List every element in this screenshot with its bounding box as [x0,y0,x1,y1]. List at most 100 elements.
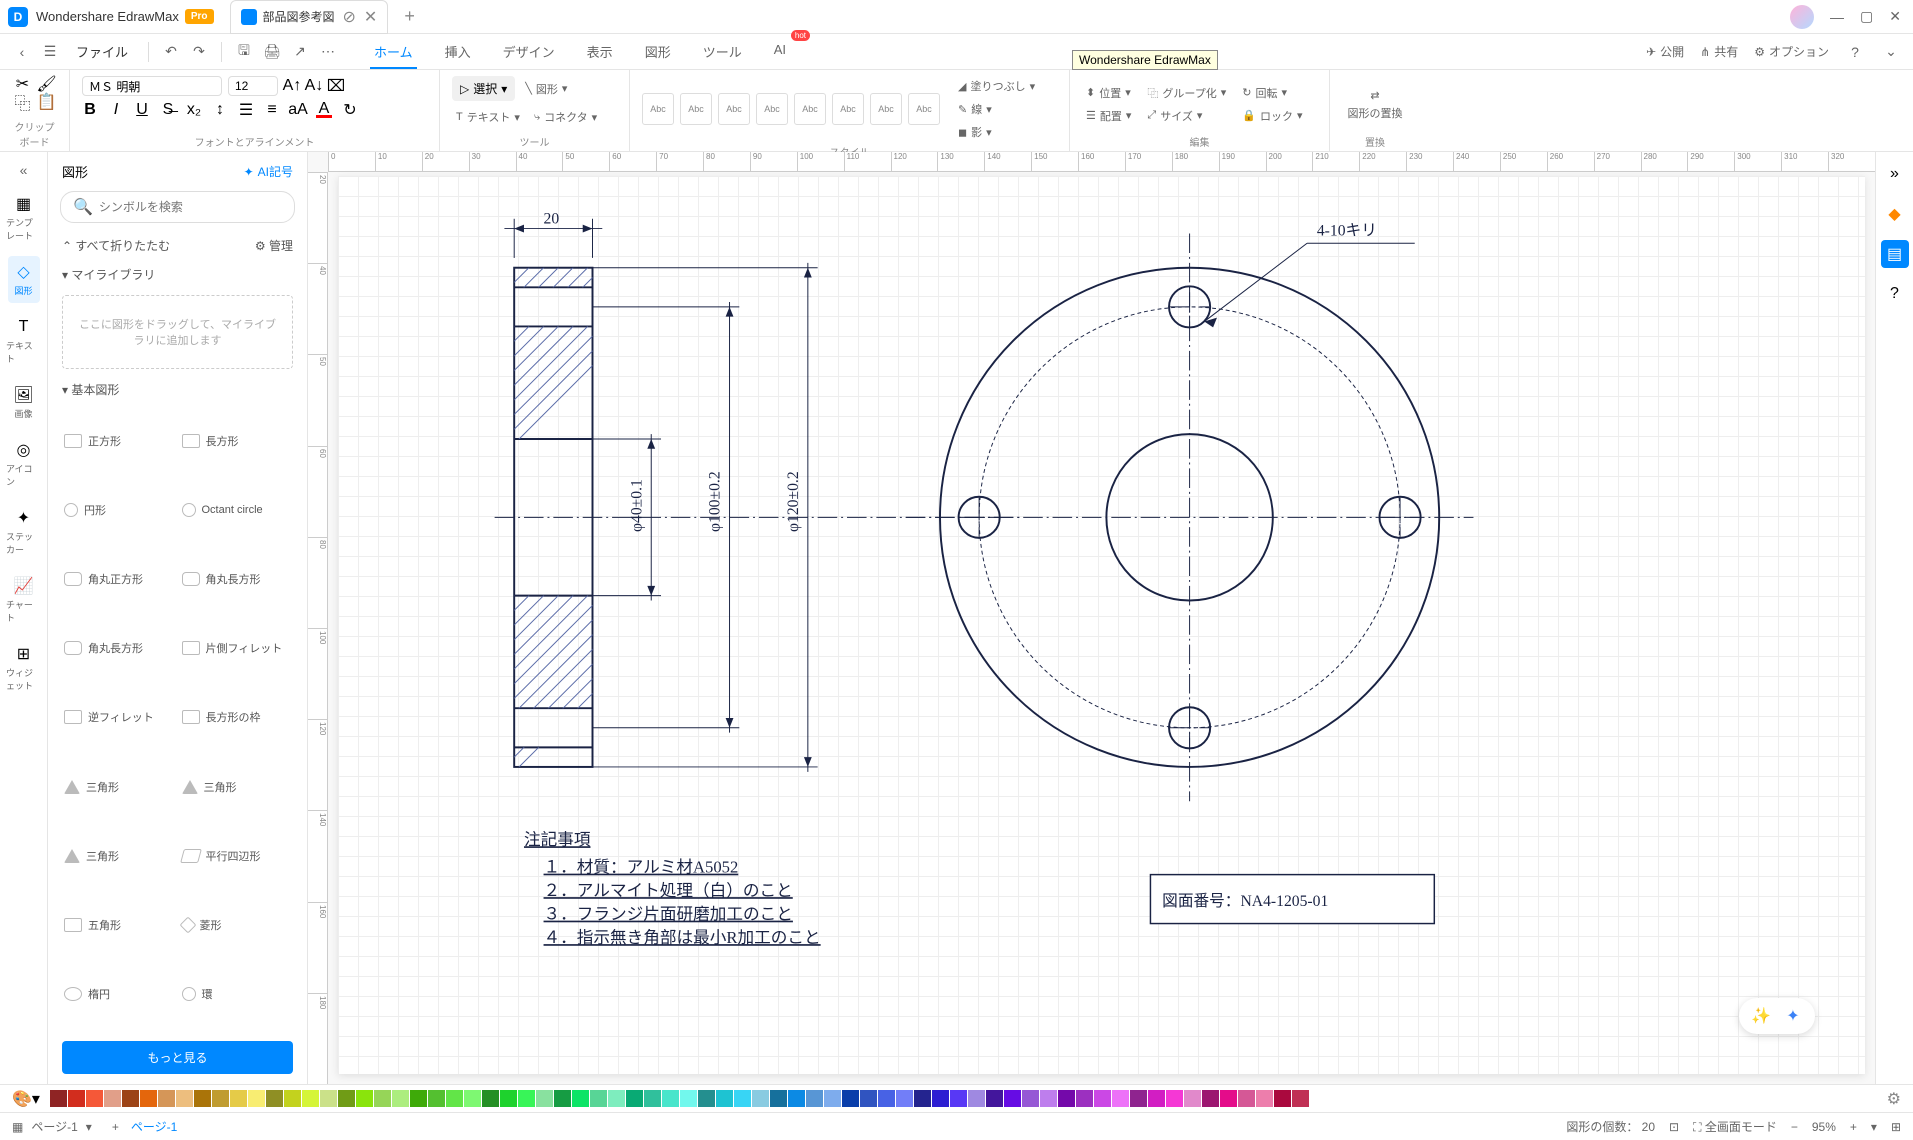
export-icon[interactable]: ↗ [290,42,310,62]
redo-icon[interactable]: ↷ [189,42,209,62]
fontcolor-icon[interactable]: A [316,102,332,118]
menu-icon[interactable]: ☰ [40,42,60,62]
color-swatch[interactable] [302,1090,319,1107]
color-swatch[interactable] [1274,1090,1291,1107]
color-swatch[interactable] [896,1090,913,1107]
align-icon[interactable]: ≡ [264,102,280,118]
document-tab[interactable]: 部品図参考図 ⊘ ✕ [230,0,389,34]
color-swatch[interactable] [500,1090,517,1107]
manage-button[interactable]: ⚙ 管理 [255,237,293,254]
shape-item[interactable]: 長方形の枠 [180,685,294,750]
shape-item[interactable]: 平行四辺形 [180,823,294,888]
color-swatch[interactable] [932,1090,949,1107]
more-icon[interactable]: ⋯ [318,42,338,62]
shape-item[interactable]: 長方形 [180,408,294,473]
fill-panel-icon[interactable]: ◆ [1881,200,1909,228]
color-swatch[interactable] [1148,1090,1165,1107]
select-tool[interactable]: ▷ 選択 ▾ [452,76,515,101]
color-swatch[interactable] [212,1090,229,1107]
color-swatch[interactable] [1004,1090,1021,1107]
color-swatch[interactable] [1292,1090,1309,1107]
rail-template[interactable]: ▦テンプレート [0,188,47,248]
color-swatch[interactable] [626,1090,643,1107]
shape-item[interactable]: 五角形 [62,893,176,958]
zoom-out-icon[interactable]: − [1791,1120,1798,1134]
shape-item[interactable]: 環 [180,962,294,1027]
color-swatch[interactable] [662,1090,679,1107]
maximize-button[interactable]: ▢ [1860,8,1873,25]
color-swatch[interactable] [518,1090,535,1107]
strike-icon[interactable]: S̶ [160,102,176,118]
color-swatch[interactable] [590,1090,607,1107]
position-button[interactable]: ⬍ 位置 ▾ [1082,83,1135,103]
paint-icon[interactable]: 🎨▾ [12,1089,40,1109]
fit-icon[interactable]: ⊡ [1669,1120,1679,1134]
back-icon[interactable]: ‹ [12,42,32,62]
tab-home[interactable]: ホーム [370,34,417,69]
color-swatch[interactable] [1166,1090,1183,1107]
rotate-button[interactable]: ↻ 回転 ▾ [1238,83,1306,103]
color-swatch[interactable] [914,1090,931,1107]
avatar[interactable] [1790,5,1814,29]
color-swatch[interactable] [1202,1090,1219,1107]
color-swatch[interactable] [968,1090,985,1107]
shape-item[interactable]: 角丸長方形 [62,616,176,681]
shape-item[interactable]: 三角形 [180,754,294,819]
color-swatch[interactable] [86,1090,103,1107]
rail-icon[interactable]: ◎アイコン [0,434,47,494]
file-menu[interactable]: ファイル [68,42,136,61]
style-5[interactable]: Abc [794,93,826,125]
color-swatch[interactable] [1220,1090,1237,1107]
color-swatch[interactable] [878,1090,895,1107]
color-swatch[interactable] [410,1090,427,1107]
color-swatch[interactable] [536,1090,553,1107]
color-swatch[interactable] [356,1090,373,1107]
color-swatch[interactable] [842,1090,859,1107]
line-button[interactable]: ✎ 線 ▾ [954,99,1039,119]
settings-icon[interactable]: ⚙ [1887,1089,1901,1109]
color-swatch[interactable] [1238,1090,1255,1107]
zoom-dropdown-icon[interactable]: ▾ [1871,1120,1877,1134]
color-swatch[interactable] [428,1090,445,1107]
canvas[interactable]: 20 [338,176,1865,1074]
collapse-all[interactable]: ⌃ すべて折りたたむ [62,237,170,254]
fullscreen-button[interactable]: ⛶ 全画面モード [1693,1118,1777,1135]
minimize-button[interactable]: — [1830,9,1844,25]
spacing-icon[interactable]: ↕ [212,102,228,118]
color-swatch[interactable] [1076,1090,1093,1107]
color-swatch[interactable] [770,1090,787,1107]
color-swatch[interactable] [1130,1090,1147,1107]
style-1[interactable]: Abc [642,93,674,125]
clear-format-icon[interactable]: ⌧ [328,78,344,94]
shape-item[interactable]: 逆フィレット [62,685,176,750]
shape-item[interactable]: 角丸長方形 [180,546,294,611]
color-swatch[interactable] [716,1090,733,1107]
color-swatch[interactable] [1112,1090,1129,1107]
expand-right-icon[interactable]: » [1881,160,1909,188]
shrink-font-icon[interactable]: A↓ [306,78,322,94]
tab-shape[interactable]: 図形 [641,34,675,69]
color-swatch[interactable] [248,1090,265,1107]
style-8[interactable]: Abc [908,93,940,125]
style-3[interactable]: Abc [718,93,750,125]
color-swatch[interactable] [104,1090,121,1107]
color-swatch[interactable] [860,1090,877,1107]
sparkle-icon[interactable]: ✦ [1781,1004,1805,1028]
share-button[interactable]: ⋔ 共有 [1700,43,1738,60]
color-swatch[interactable] [230,1090,247,1107]
style-7[interactable]: Abc [870,93,902,125]
color-swatch[interactable] [482,1090,499,1107]
color-swatch[interactable] [1184,1090,1201,1107]
color-swatch[interactable] [176,1090,193,1107]
page-panel-icon[interactable]: ▤ [1881,240,1909,268]
paste-icon[interactable]: 📋 [39,94,55,110]
italic-icon[interactable]: I [108,102,124,118]
tab-tool[interactable]: ツール [699,34,746,69]
magic-icon[interactable]: ✨ [1749,1004,1773,1028]
more-button[interactable]: もっと見る [62,1041,293,1074]
shape-item[interactable]: 正方形 [62,408,176,473]
style-6[interactable]: Abc [832,93,864,125]
color-swatch[interactable] [1022,1090,1039,1107]
color-swatch[interactable] [266,1090,283,1107]
shape-item[interactable]: 三角形 [62,754,176,819]
